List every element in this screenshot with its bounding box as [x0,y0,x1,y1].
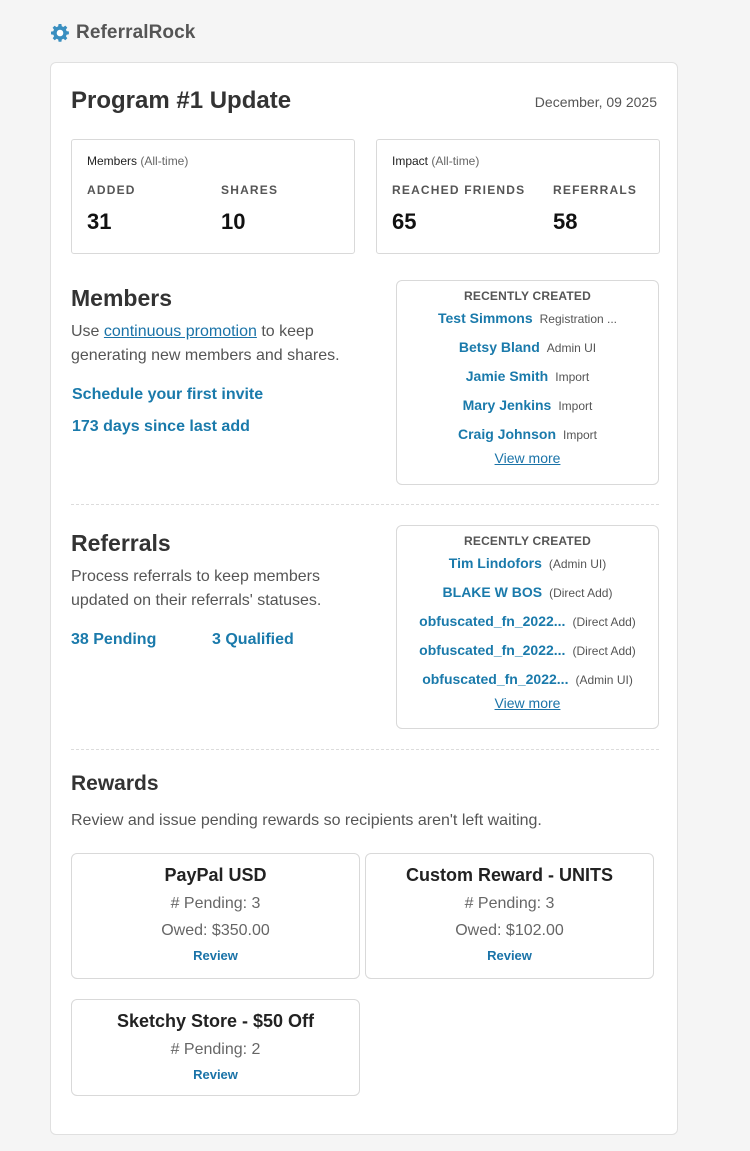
list-item[interactable]: Test Simmons Registration ... [397,304,658,333]
stat-value: 58 [553,209,578,234]
member-name[interactable]: Test Simmons [438,304,533,333]
members-box-title-text: Members [87,154,138,168]
stat-label: ADDED [87,183,136,197]
stat-reached-friends: REACHED FRIENDS 65 [392,183,525,235]
review-button[interactable]: Review [366,948,653,963]
stat-label: SHARES [221,183,279,197]
stat-shares: SHARES 10 [221,183,278,235]
list-item[interactable]: Jamie Smith Import [397,362,658,391]
members-section-title: Members [71,285,172,311]
member-name[interactable]: Mary Jenkins [463,391,552,420]
referrals-section-title: Referrals [71,530,171,556]
review-button[interactable]: Review [72,948,359,963]
view-more-referrals-link[interactable]: View more [397,695,658,711]
list-item[interactable]: Craig Johnson Import [397,420,658,449]
reward-owed: Owed: $102.00 [455,922,564,939]
member-source: Import [563,428,598,442]
continuous-promotion-link[interactable]: continuous promotion [104,323,257,340]
referral-source: (Direct Add) [572,615,636,629]
list-item[interactable]: Betsy Bland Admin UI [397,333,658,362]
member-source: Admin UI [546,341,597,355]
member-source: Import [558,399,593,413]
stat-label: REACHED FRIENDS [392,183,526,197]
reward-pending: # Pending: 3 [464,895,555,912]
report-date: December, 09 2025 [534,94,657,110]
members-stats-box: Members (All-time) ADDED 31 SHARES 10 [71,139,355,254]
rewards-section-title: Rewards [71,772,159,795]
qualified-referrals-link[interactable]: 3 Qualified [212,631,294,649]
list-item[interactable]: obfuscated_fn_2022... (Direct Add) [397,607,658,636]
recent-members-heading: RECENTLY CREATED [464,289,591,303]
stat-referrals: REFERRALS 58 [553,183,637,235]
brand-logo[interactable]: ReferralRock [50,22,195,44]
review-button[interactable]: Review [72,1067,359,1082]
member-name[interactable]: Betsy Bland [459,333,540,362]
list-item[interactable]: BLAKE W BOS (Direct Add) [397,578,658,607]
impact-box-title: Impact (All-time) [392,154,479,168]
referrals-section-description: Process referrals to keep members update… [71,568,322,609]
gear-icon [51,24,69,42]
stat-label: REFERRALS [553,183,638,197]
referral-name[interactable]: Tim Lindofors [449,549,542,578]
member-source: Registration ... [539,312,618,326]
impact-box-subtitle: (All-time) [431,154,480,168]
reward-pending: # Pending: 2 [170,1041,261,1058]
referral-name[interactable]: BLAKE W BOS [443,578,543,607]
reward-owed: Owed: $350.00 [161,922,270,939]
list-item[interactable]: obfuscated_fn_2022... (Admin UI) [397,665,658,694]
recent-members-box: RECENTLY CREATED Test Simmons Registratio… [396,280,659,485]
brand-name: ReferralRock [76,22,196,43]
impact-stats-box: Impact (All-time) REACHED FRIENDS 65 REF… [376,139,660,254]
members-box-subtitle: (All-time) [140,154,189,168]
stat-value: 10 [221,209,246,234]
referral-source: (Direct Add) [549,586,613,600]
referral-source: (Direct Add) [572,644,636,658]
recent-referrals-heading: RECENTLY CREATED [464,534,591,548]
reward-title: Custom Reward - UNITS [405,865,614,885]
member-source: Import [555,370,590,384]
reward-pending: # Pending: 3 [170,895,261,912]
members-section-description: Use continuous promotion to keep generat… [71,320,361,368]
divider [71,749,659,750]
member-name[interactable]: Jamie Smith [466,362,548,391]
referral-source: (Admin UI) [548,557,607,571]
members-box-title: Members (All-time) [87,154,188,168]
recent-referrals-box: RECENTLY CREATED Tim Lindofors (Admin UI)… [396,525,659,729]
referral-name[interactable]: obfuscated_fn_2022... [419,607,565,636]
program-update-card: Program #1 Update December, 09 2025 Memb… [50,62,678,1135]
page-title: Program #1 Update [71,87,292,114]
schedule-invite-link[interactable]: Schedule your first invite [72,386,263,404]
description-text: Use [71,323,104,340]
stat-value: 65 [392,209,417,234]
stat-value: 31 [87,209,112,234]
days-since-last-add[interactable]: 173 days since last add [72,418,250,436]
rewards-section-description: Review and issue pending rewards so reci… [71,812,542,829]
reward-title: Sketchy Store - $50 Off [116,1011,315,1031]
reward-card-custom-units: Custom Reward - UNITS # Pending: 3 Owed:… [365,853,654,979]
pending-referrals-link[interactable]: 38 Pending [71,631,156,649]
view-more-members-link[interactable]: View more [397,450,658,466]
list-item[interactable]: Tim Lindofors (Admin UI) [397,549,658,578]
list-item[interactable]: obfuscated_fn_2022... (Direct Add) [397,636,658,665]
list-item[interactable]: Mary Jenkins Import [397,391,658,420]
impact-box-title-text: Impact [392,154,429,168]
reward-card-paypal: PayPal USD # Pending: 3 Owed: $350.00 Re… [71,853,360,979]
member-name[interactable]: Craig Johnson [458,420,556,449]
divider [71,504,659,505]
referral-name[interactable]: obfuscated_fn_2022... [419,636,565,665]
reward-title: PayPal USD [164,865,267,885]
referral-name[interactable]: obfuscated_fn_2022... [422,665,568,694]
reward-card-sketchy-store: Sketchy Store - $50 Off # Pending: 2 Rev… [71,999,360,1096]
referral-source: (Admin UI) [575,673,633,687]
stat-added: ADDED 31 [87,183,136,235]
